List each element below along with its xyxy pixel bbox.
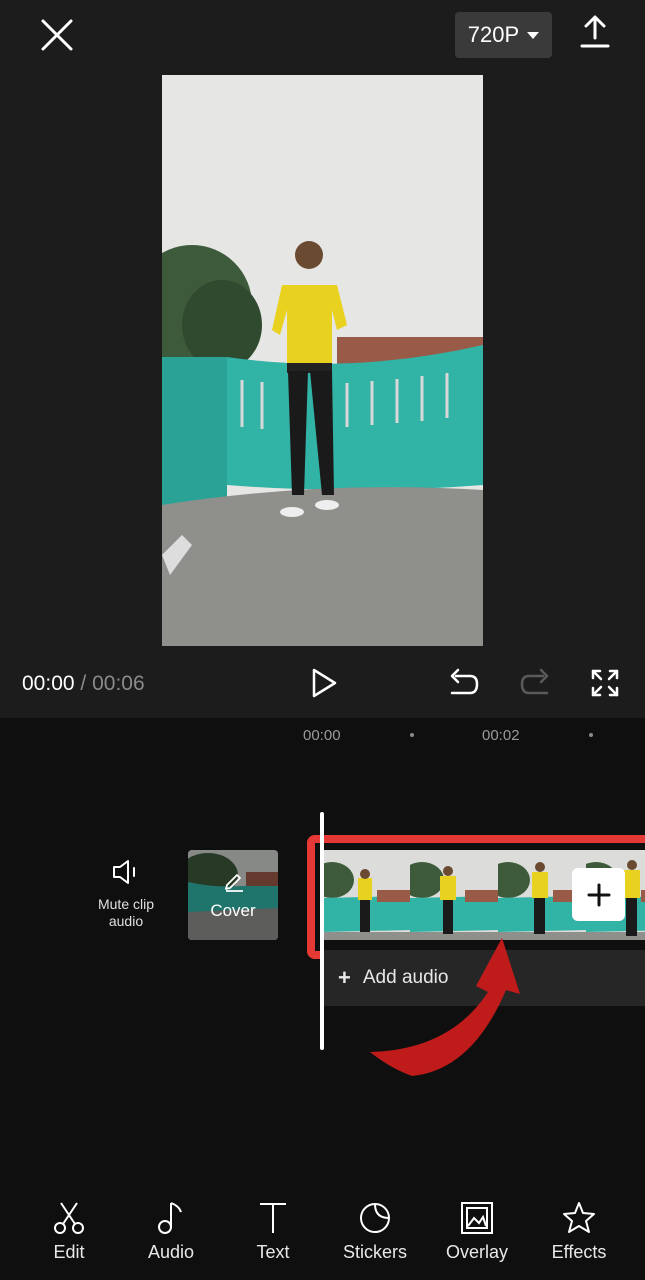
upload-icon bbox=[580, 15, 610, 48]
caret-down-icon bbox=[527, 31, 540, 39]
red-arrow-annotation bbox=[370, 938, 520, 1076]
close-icon bbox=[41, 19, 73, 51]
tool-label: Edit bbox=[53, 1242, 85, 1262]
mute-label-line2: audio bbox=[108, 913, 144, 929]
plus-icon bbox=[587, 883, 610, 906]
undo-icon bbox=[450, 668, 479, 695]
music-note-icon bbox=[158, 1202, 182, 1234]
fullscreen-button[interactable] bbox=[590, 668, 620, 698]
playhead[interactable] bbox=[320, 812, 324, 1050]
current-time: 00:00 bbox=[22, 672, 75, 695]
tool-text[interactable]: Text bbox=[222, 1190, 324, 1263]
cover-button[interactable]: Cover bbox=[188, 850, 278, 940]
overlay-icon bbox=[461, 1202, 493, 1234]
redo-icon bbox=[520, 668, 549, 695]
mute-clip-audio-button[interactable]: Mute clip audio bbox=[90, 858, 162, 930]
effects-star-icon bbox=[563, 1202, 595, 1233]
tool-edit[interactable]: Edit bbox=[18, 1190, 120, 1263]
resolution-label: 720P bbox=[467, 22, 520, 47]
play-icon bbox=[312, 668, 337, 698]
speaker-icon bbox=[113, 860, 135, 884]
play-button[interactable] bbox=[306, 666, 340, 700]
time-separator: / bbox=[80, 672, 87, 695]
total-time: 00:06 bbox=[92, 672, 145, 695]
tool-label: Text bbox=[256, 1242, 290, 1262]
clip-frame bbox=[410, 850, 500, 940]
clip-frame bbox=[322, 850, 412, 940]
tool-label: Overlay bbox=[445, 1242, 508, 1262]
redo-button[interactable] bbox=[519, 668, 553, 698]
tool-label: Audio bbox=[147, 1242, 195, 1262]
video-preview[interactable] bbox=[162, 75, 483, 646]
add-clip-button[interactable] bbox=[572, 868, 625, 921]
ruler-dot bbox=[410, 733, 414, 737]
tool-stickers[interactable]: Stickers bbox=[324, 1190, 426, 1263]
sticker-icon bbox=[360, 1203, 390, 1233]
ruler-dot bbox=[589, 733, 593, 737]
mute-label-line1: Mute clip bbox=[97, 896, 155, 912]
pencil-icon bbox=[225, 874, 243, 892]
close-button[interactable] bbox=[38, 16, 76, 54]
ruler-label-0: 00:00 bbox=[303, 727, 341, 744]
time-display: 00:00 / 00:06 bbox=[22, 672, 145, 696]
resolution-dropdown[interactable]: 720P bbox=[455, 12, 552, 58]
tool-label: Stickers bbox=[342, 1242, 407, 1262]
tool-label: Effects bbox=[551, 1242, 607, 1262]
tool-audio[interactable]: Audio bbox=[120, 1190, 222, 1263]
plus-icon: + bbox=[338, 965, 351, 990]
ruler-label-1: 00:02 bbox=[482, 727, 520, 744]
bottom-toolbar: Edit Audio Text Stickers Overlay Effects bbox=[0, 1190, 645, 1280]
tool-effects[interactable]: Effects bbox=[528, 1190, 630, 1263]
text-icon bbox=[260, 1203, 286, 1233]
undo-button[interactable] bbox=[446, 668, 480, 698]
tool-overlay[interactable]: Overlay bbox=[426, 1190, 528, 1263]
fullscreen-icon bbox=[591, 669, 619, 697]
cover-label: Cover bbox=[210, 901, 256, 920]
scissors-icon bbox=[54, 1202, 84, 1234]
preview-panel: 720P 00:00 / 00:06 bbox=[0, 0, 645, 718]
export-button[interactable] bbox=[578, 14, 612, 50]
